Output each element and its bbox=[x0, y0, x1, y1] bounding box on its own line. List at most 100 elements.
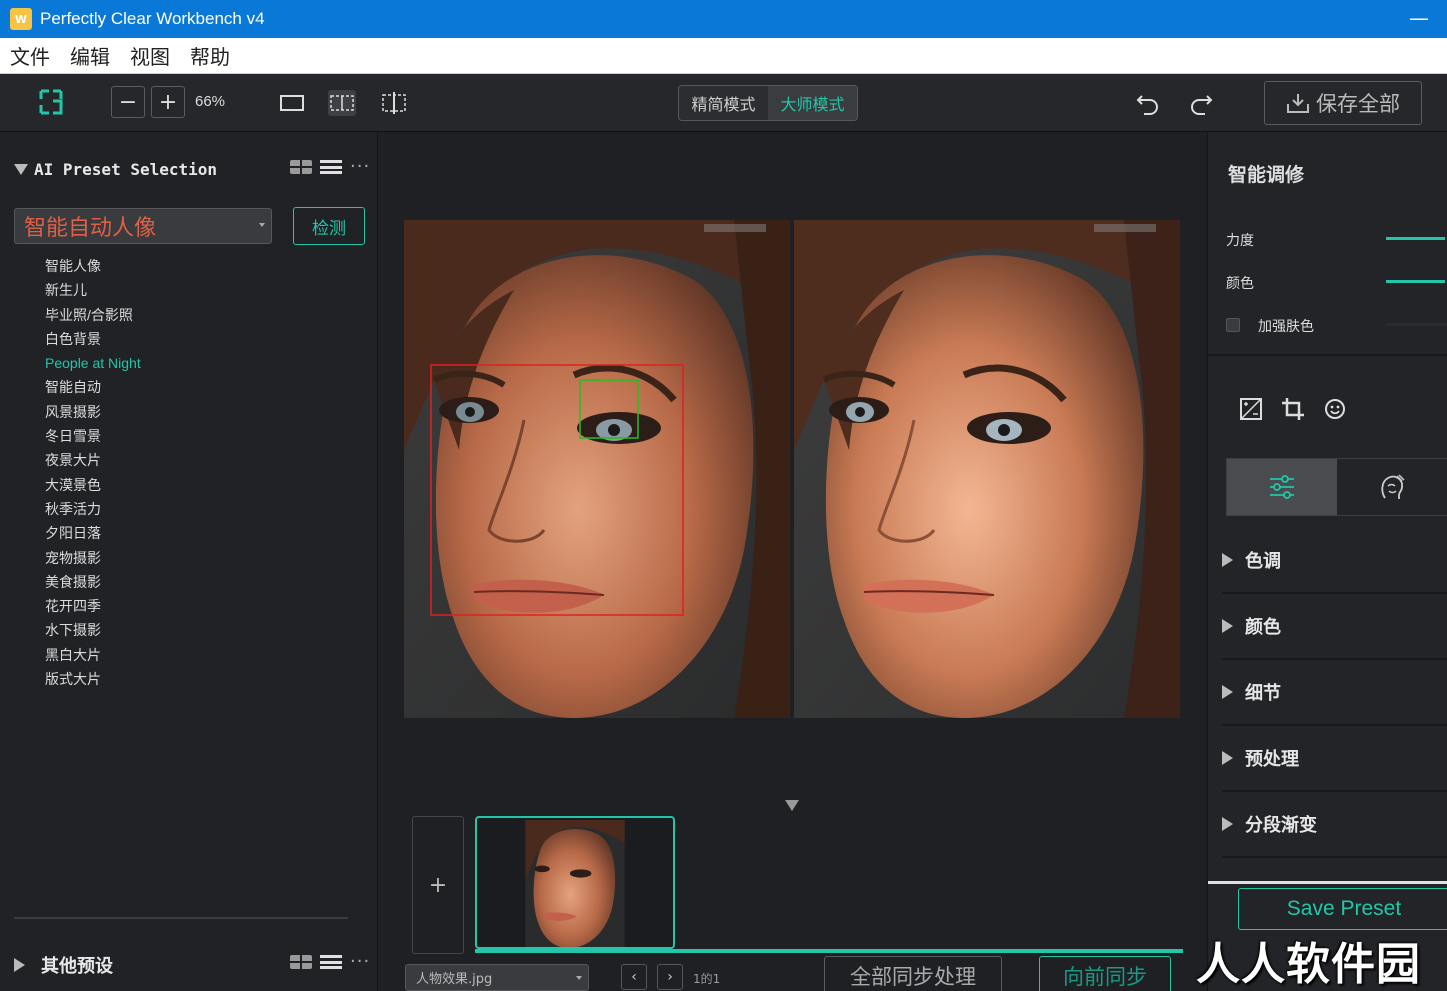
sync-all-button[interactable]: 全部同步处理 bbox=[824, 956, 1002, 991]
color-slider[interactable] bbox=[1386, 280, 1447, 283]
more-options-icon[interactable]: ··· bbox=[350, 953, 370, 971]
preset-dropdown[interactable]: 智能自动人像 bbox=[14, 208, 272, 244]
section-graduated-filter[interactable]: 分段渐变 bbox=[1222, 792, 1447, 858]
section-label: 预处理 bbox=[1245, 749, 1299, 770]
split-view-icon[interactable] bbox=[380, 90, 408, 116]
window-title: Perfectly Clear Workbench v4 bbox=[40, 9, 265, 28]
menu-bar: 文件 编辑 视图 帮助 bbox=[0, 38, 1447, 74]
strength-slider[interactable] bbox=[1386, 237, 1447, 240]
next-image-button[interactable]: › bbox=[657, 964, 683, 990]
image-thumbnail[interactable] bbox=[475, 816, 675, 949]
section-preprocess[interactable]: 预处理 bbox=[1222, 726, 1447, 792]
list-view-icon[interactable] bbox=[320, 955, 342, 969]
preset-item[interactable]: 宠物摄影 bbox=[45, 546, 141, 570]
add-image-button[interactable]: + bbox=[412, 816, 464, 954]
list-view-icon[interactable] bbox=[320, 160, 342, 174]
preset-section-title: AI Preset Selection bbox=[34, 160, 218, 179]
preset-item[interactable]: 水下摄影 bbox=[45, 618, 141, 642]
mode-switch: 精简模式 大师模式 bbox=[678, 85, 858, 121]
zoom-out-button[interactable]: − bbox=[111, 86, 145, 118]
preset-item[interactable]: 黑白大片 bbox=[45, 643, 141, 667]
dropdown-caret-icon bbox=[259, 223, 265, 227]
save-all-label: 保存全部 bbox=[1316, 92, 1400, 116]
expand-icon bbox=[1222, 619, 1233, 633]
preset-dropdown-value: 智能自动人像 bbox=[24, 216, 157, 241]
zoom-level: 66% bbox=[195, 93, 226, 110]
preset-item[interactable]: 毕业照/合影照 bbox=[45, 303, 141, 327]
preset-item[interactable]: People at Night bbox=[45, 351, 141, 375]
preset-item[interactable]: 版式大片 bbox=[45, 667, 141, 691]
thumbnail-portrait bbox=[525, 820, 625, 947]
menu-edit[interactable]: 编辑 bbox=[70, 41, 110, 70]
portrait-before bbox=[404, 220, 790, 718]
curves-icon[interactable] bbox=[1238, 396, 1264, 422]
minimize-button[interactable]: — bbox=[1409, 8, 1429, 28]
undo-icon[interactable] bbox=[1135, 90, 1161, 116]
preset-item[interactable]: 花开四季 bbox=[45, 594, 141, 618]
file-dropdown-value: 人物效果.jpg bbox=[416, 972, 493, 987]
enhance-skin-slider[interactable] bbox=[1386, 323, 1447, 326]
watermark-text: 人人软件园 bbox=[1196, 939, 1421, 990]
tab-adjustments[interactable] bbox=[1227, 459, 1337, 515]
panel-title: 智能调修 bbox=[1228, 164, 1305, 186]
adjustment-panel: 智能调修 力度 颜色 加强肤色 色调 颜色 细节 预处理 分段渐变 Save P… bbox=[1207, 132, 1447, 991]
sliders-icon bbox=[1270, 475, 1294, 499]
more-options-icon[interactable]: ··· bbox=[350, 158, 370, 176]
master-mode-tab[interactable]: 大师模式 bbox=[768, 86, 857, 120]
preset-item[interactable]: 智能自动 bbox=[45, 375, 141, 399]
expand-icon bbox=[1222, 685, 1233, 699]
preset-item[interactable]: 新生儿 bbox=[45, 278, 141, 302]
crop-icon[interactable] bbox=[1280, 396, 1306, 422]
preset-section-header[interactable]: AI Preset Selection bbox=[14, 160, 217, 179]
grid-view-icon[interactable] bbox=[290, 160, 312, 174]
enhance-skin-checkbox[interactable] bbox=[1226, 318, 1240, 332]
section-detail[interactable]: 细节 bbox=[1222, 660, 1447, 726]
file-dropdown[interactable]: 人物效果.jpg bbox=[405, 964, 589, 991]
before-image[interactable] bbox=[404, 220, 790, 718]
preset-item[interactable]: 美食摄影 bbox=[45, 570, 141, 594]
sync-forward-button[interactable]: 向前同步 bbox=[1039, 956, 1171, 991]
grid-view-icon[interactable] bbox=[290, 955, 312, 969]
save-all-button[interactable]: 保存全部 bbox=[1264, 81, 1422, 125]
detect-button[interactable]: 检测 bbox=[293, 207, 365, 245]
other-presets-title: 其他预设 bbox=[41, 956, 113, 977]
panel-footer-line bbox=[1208, 881, 1447, 884]
menu-view[interactable]: 视图 bbox=[130, 41, 170, 70]
menu-file[interactable]: 文件 bbox=[10, 41, 50, 70]
prev-image-button[interactable]: ‹ bbox=[621, 964, 647, 990]
save-preset-button[interactable]: Save Preset bbox=[1238, 888, 1447, 930]
tab-face-beautify[interactable] bbox=[1337, 459, 1447, 515]
after-image[interactable] bbox=[794, 220, 1180, 718]
simple-mode-tab[interactable]: 精简模式 bbox=[679, 86, 768, 120]
preset-view-options: ··· bbox=[290, 158, 370, 176]
color-label: 颜色 bbox=[1226, 276, 1254, 292]
panel-divider bbox=[14, 917, 348, 919]
single-view-icon[interactable] bbox=[278, 90, 306, 116]
preset-item[interactable]: 风景摄影 bbox=[45, 400, 141, 424]
expand-icon bbox=[14, 958, 25, 972]
other-presets-header[interactable]: 其他预设 bbox=[14, 952, 113, 978]
preset-item[interactable]: 智能人像 bbox=[45, 254, 141, 278]
redo-icon[interactable] bbox=[1188, 90, 1214, 116]
preset-item[interactable]: 白色背景 bbox=[45, 327, 141, 351]
crop-logo-icon[interactable] bbox=[38, 88, 64, 116]
side-by-side-view-icon[interactable] bbox=[328, 90, 356, 116]
other-presets-view-options: ··· bbox=[290, 953, 370, 971]
expand-icon bbox=[1222, 553, 1233, 567]
section-label: 分段渐变 bbox=[1245, 815, 1317, 836]
face-icon[interactable] bbox=[1322, 396, 1348, 422]
preset-item[interactable]: 冬日雪景 bbox=[45, 424, 141, 448]
section-tone[interactable]: 色调 bbox=[1222, 528, 1447, 594]
filmstrip-toggle-icon[interactable] bbox=[785, 800, 799, 811]
zoom-in-button[interactable]: + bbox=[151, 86, 185, 118]
dropdown-caret-icon bbox=[576, 976, 582, 980]
preset-item[interactable]: 夜景大片 bbox=[45, 448, 141, 472]
section-color[interactable]: 颜色 bbox=[1222, 594, 1447, 660]
menu-help[interactable]: 帮助 bbox=[190, 41, 230, 70]
section-label: 色调 bbox=[1245, 551, 1281, 572]
preset-item[interactable]: 夕阳日落 bbox=[45, 521, 141, 545]
preset-item[interactable]: 大漠景色 bbox=[45, 473, 141, 497]
strength-label: 力度 bbox=[1226, 233, 1254, 249]
section-label: 细节 bbox=[1245, 683, 1281, 704]
preset-item[interactable]: 秋季活力 bbox=[45, 497, 141, 521]
